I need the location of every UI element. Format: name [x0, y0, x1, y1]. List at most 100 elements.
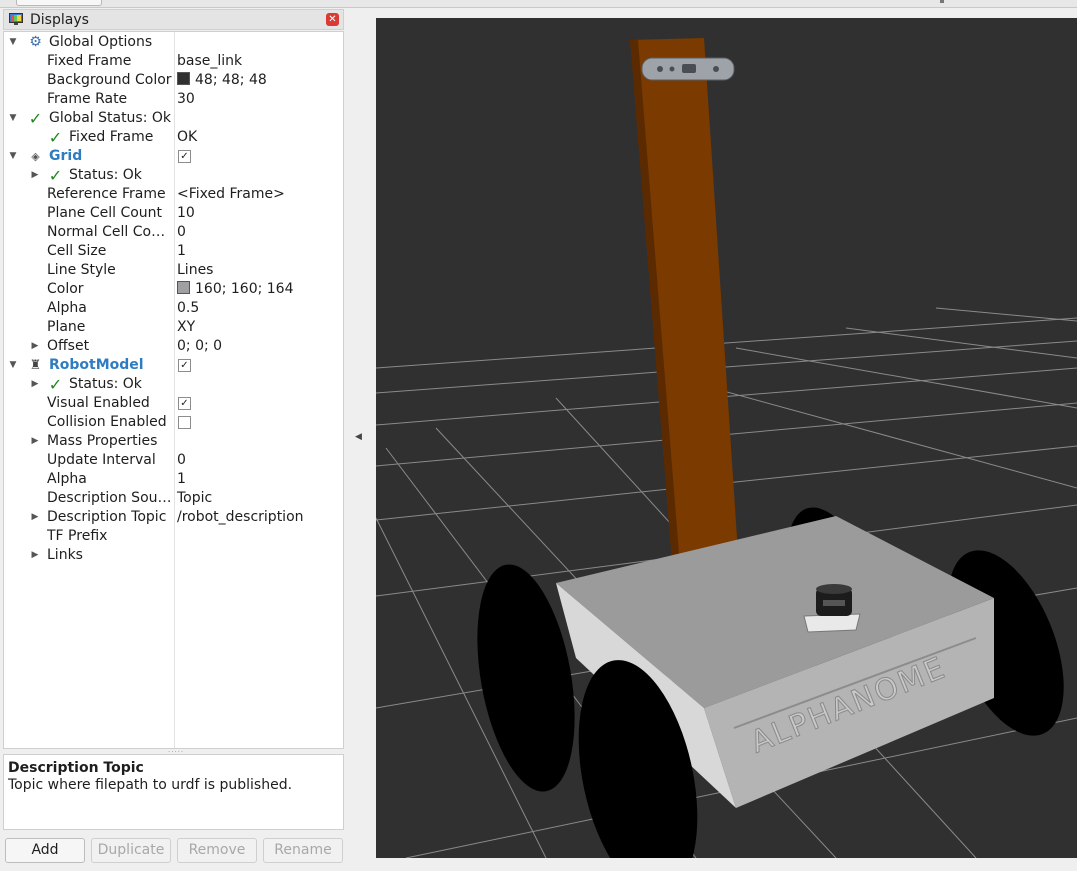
- grid-icon: ◈: [31, 150, 40, 163]
- tree-row[interactable]: ✓ Fixed Frame OK: [4, 128, 343, 147]
- expand-right-icon[interactable]: ▶: [30, 508, 40, 527]
- tree-row[interactable]: ▼ ⚙ Global Options: [4, 33, 343, 52]
- toolbar-tab[interactable]: [16, 0, 102, 6]
- render-viewport[interactable]: ALPHANOME: [376, 18, 1077, 858]
- description-box: Description Topic Topic where filepath t…: [3, 754, 344, 830]
- panel-title: Displays: [30, 12, 89, 28]
- add-button[interactable]: Add: [5, 838, 85, 863]
- property-value-text: 0; 0; 0: [177, 338, 223, 354]
- tree-row[interactable]: Cell Size 1: [4, 242, 343, 261]
- robot-icon: ♜: [29, 358, 42, 373]
- tree-row[interactable]: ▶ ✓ Status: Ok: [4, 375, 343, 394]
- property-value-text: Lines: [177, 262, 214, 278]
- tree-row[interactable]: Color 160; 160; 164: [4, 280, 343, 299]
- property-name: Offset: [47, 338, 90, 354]
- tree-row[interactable]: TF Prefix: [4, 527, 343, 546]
- property-value[interactable]: 0.5: [177, 299, 199, 318]
- gear-icon: ⚙: [29, 34, 42, 50]
- enable-checkbox[interactable]: ✓: [178, 359, 191, 372]
- tree-row[interactable]: ▼ ✓ Global Status: Ok: [4, 109, 343, 128]
- expand-right-icon[interactable]: ▶: [30, 432, 40, 451]
- color-swatch[interactable]: [177, 281, 190, 294]
- tree-row[interactable]: Collision Enabled: [4, 413, 343, 432]
- enable-checkbox[interactable]: [178, 416, 191, 429]
- expand-right-icon[interactable]: ▶: [30, 546, 40, 565]
- property-value[interactable]: /robot_description: [177, 508, 304, 527]
- monitor-icon: [9, 13, 23, 25]
- property-value[interactable]: 0: [177, 223, 186, 242]
- expand-down-icon[interactable]: ▼: [8, 109, 18, 128]
- remove-button[interactable]: Remove: [177, 838, 257, 863]
- property-value[interactable]: <Fixed Frame>: [177, 185, 285, 204]
- property-value[interactable]: OK: [177, 128, 197, 147]
- tree-row[interactable]: Line Style Lines: [4, 261, 343, 280]
- collapse-left-icon[interactable]: ◀: [355, 432, 362, 442]
- panel-splitter[interactable]: ·····: [168, 748, 183, 756]
- tree-row[interactable]: Background Color 48; 48; 48: [4, 71, 343, 90]
- property-value[interactable]: 160; 160; 164: [177, 280, 294, 299]
- tree-row[interactable]: Plane Cell Count 10: [4, 204, 343, 223]
- tree-row[interactable]: ▶ Links: [4, 546, 343, 565]
- expand-down-icon[interactable]: ▼: [8, 356, 18, 375]
- tree-row[interactable]: ▼ ◈ Grid ✓: [4, 147, 343, 166]
- tree-row[interactable]: ▼ ♜ RobotModel ✓: [4, 356, 343, 375]
- property-value-text: 0.5: [177, 300, 200, 316]
- property-name: Visual Enabled: [47, 395, 150, 411]
- property-value-text: 0: [177, 452, 186, 468]
- property-value[interactable]: base_link: [177, 52, 242, 71]
- property-name: RobotModel: [49, 357, 144, 373]
- property-value[interactable]: 0: [177, 451, 186, 470]
- tree-row[interactable]: Plane XY: [4, 318, 343, 337]
- tree-row[interactable]: Visual Enabled ✓: [4, 394, 343, 413]
- property-name: Reference Frame: [47, 186, 166, 202]
- depth-camera: [641, 57, 735, 81]
- property-value[interactable]: 10: [177, 204, 195, 223]
- tree-row[interactable]: Normal Cell Co… 0: [4, 223, 343, 242]
- expand-down-icon[interactable]: ▼: [8, 33, 18, 52]
- tree-row[interactable]: Fixed Frame base_link: [4, 52, 343, 71]
- property-value[interactable]: 48; 48; 48: [177, 71, 267, 90]
- tree-row[interactable]: ▶ Offset 0; 0; 0: [4, 337, 343, 356]
- tree-row[interactable]: Reference Frame <Fixed Frame>: [4, 185, 343, 204]
- enable-checkbox[interactable]: ✓: [178, 397, 191, 410]
- property-value[interactable]: 30: [177, 90, 195, 109]
- tree-row[interactable]: Description Sou… Topic: [4, 489, 343, 508]
- enable-checkbox[interactable]: ✓: [178, 150, 191, 163]
- property-value[interactable]: Lines: [177, 261, 213, 280]
- property-name: Fixed Frame: [47, 53, 132, 69]
- expand-right-icon[interactable]: ▶: [30, 337, 40, 356]
- rename-button[interactable]: Rename: [263, 838, 343, 863]
- check-icon: ✓: [48, 166, 63, 185]
- tree-row[interactable]: ▶ Description Topic/robot_description: [4, 508, 343, 527]
- tree-row[interactable]: Frame Rate 30: [4, 90, 343, 109]
- expand-right-icon[interactable]: ▶: [30, 375, 40, 394]
- expand-down-icon[interactable]: ▼: [8, 147, 18, 166]
- property-name: Global Status: Ok: [49, 110, 172, 126]
- property-name: Alpha: [47, 471, 87, 487]
- tree-row[interactable]: ▶ Mass Properties: [4, 432, 343, 451]
- property-name: Color: [47, 281, 84, 297]
- property-name: Description Topic: [47, 509, 167, 525]
- property-value[interactable]: Topic: [177, 489, 212, 508]
- tree-row[interactable]: Alpha 0.5: [4, 299, 343, 318]
- duplicate-button[interactable]: Duplicate: [91, 838, 171, 863]
- top-toolbar-strip: [0, 0, 1077, 8]
- panel-collapse-handle[interactable]: ◀: [350, 18, 368, 858]
- property-value[interactable]: XY: [177, 318, 195, 337]
- property-value[interactable]: 1: [177, 242, 186, 261]
- expand-right-icon[interactable]: ▶: [30, 166, 40, 185]
- close-icon[interactable]: ✕: [326, 13, 339, 26]
- tree-row[interactable]: ▶ ✓ Status: Ok: [4, 166, 343, 185]
- check-icon: ✓: [48, 375, 63, 394]
- displays-tree[interactable]: ▼ ⚙ Global Options Fixed Frame base_link Back…: [3, 31, 344, 749]
- description-title: Description Topic: [8, 760, 144, 776]
- property-value[interactable]: 0; 0; 0: [177, 337, 222, 356]
- property-value-text: <Fixed Frame>: [177, 186, 285, 202]
- property-name: Status: Ok: [69, 376, 142, 392]
- property-value[interactable]: 1: [177, 470, 186, 489]
- property-value-text: 1: [177, 471, 186, 487]
- color-swatch[interactable]: [177, 72, 190, 85]
- property-name: Normal Cell Co…: [47, 224, 166, 240]
- tree-row[interactable]: Update Interval 0: [4, 451, 343, 470]
- tree-row[interactable]: Alpha 1: [4, 470, 343, 489]
